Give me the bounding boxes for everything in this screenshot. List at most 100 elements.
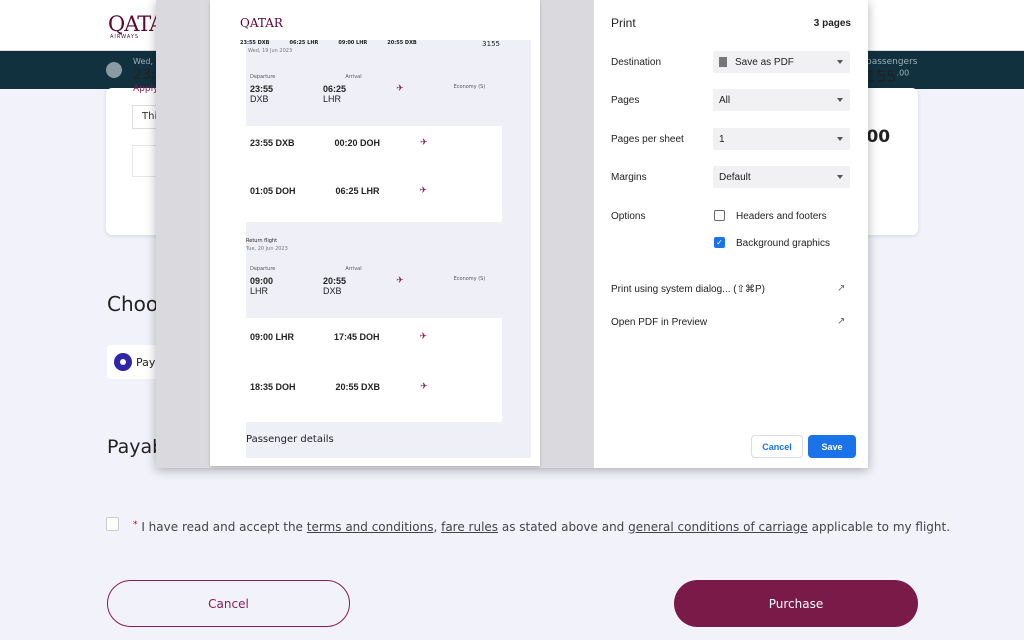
leg: 09:00 LHR (250, 332, 295, 342)
leg: 00:20 DOH (334, 138, 381, 148)
system-dialog-link[interactable]: Print using system dialog... (⇧⌘P) (611, 284, 765, 295)
c: LHR (250, 286, 269, 296)
leg: 17:45 DOH (334, 332, 380, 342)
external-link-icon[interactable]: ↗ (837, 283, 845, 294)
margins-label: Margins (611, 172, 647, 183)
v: All (719, 94, 731, 106)
t: 23:55 (250, 84, 274, 94)
required-mark: * (133, 520, 138, 530)
terms-link[interactable]: terms and conditions (307, 520, 434, 534)
airline-icon: ✈ (419, 332, 428, 342)
headers-footers-checkbox[interactable] (714, 210, 725, 221)
v: 1 (719, 133, 725, 145)
headers-footers-label: Headers and footers (736, 211, 827, 222)
background-graphics-label: Background graphics (736, 238, 830, 249)
outbound-summary: Departure Arrival 23:55 DXB 06:25 LHR ✈ Econom… (246, 70, 502, 118)
print-save-button[interactable]: Save (808, 435, 856, 458)
airline-icon: ✈ (419, 186, 428, 196)
t4: applicable to my flight. (807, 520, 951, 534)
v: Default (719, 171, 751, 183)
print-settings: Print 3 pages Destination Save as PDF Pa… (594, 0, 868, 468)
pages-per-sheet-select[interactable]: 1 (713, 128, 850, 150)
v: Save as PDF (735, 56, 794, 68)
airline-icon: ✈ (396, 276, 404, 286)
cancel-button[interactable]: Cancel (107, 580, 350, 627)
leg: 20:55 DXB (335, 382, 381, 392)
t: 20:55 (323, 276, 347, 286)
pps-label: Pages per sheet (611, 134, 684, 145)
chevron-down-icon (837, 60, 843, 64)
t1: I have read and accept the (141, 520, 307, 534)
print-title: Print (611, 16, 636, 30)
bar-total-price: 155.00 (866, 67, 909, 86)
t: 09:00 (250, 276, 274, 286)
inbound-legs: 09:00 LHR 17:45 DOH ✈ 18:35 DOH 20:55 DXB ✈ (246, 318, 502, 422)
bar-passengers-label: passengers (866, 57, 918, 67)
chevron-down-icon (837, 98, 843, 102)
open-pdf-link[interactable]: Open PDF in Preview (611, 317, 707, 328)
destination-select[interactable]: Save as PDF (713, 51, 850, 73)
print-dialog: QATAR 23:55 DXB 06:25 LHR 09:00 LHR 20:55 D… (156, 0, 868, 468)
fare-rules-link[interactable]: fare rules (441, 520, 498, 534)
pay-radio[interactable] (114, 353, 132, 371)
apply-link[interactable]: Apply (133, 84, 158, 94)
t2: , (433, 520, 442, 534)
s5: 3155 (482, 40, 500, 48)
plane-icon (106, 62, 122, 78)
airline-icon: ✈ (420, 382, 428, 392)
l: Departure (250, 266, 276, 272)
inbound-summary: Departure Arrival 09:00 LHR 20:55 DXB ✈ Econom… (246, 262, 502, 312)
leg: 18:35 DOH (250, 382, 296, 392)
purchase-button[interactable]: Purchase (674, 580, 918, 627)
e: Economy (S) (453, 84, 486, 90)
margins-select[interactable]: Default (713, 166, 850, 188)
l: Arrival (345, 74, 362, 80)
choose-heading: Choo (107, 292, 159, 316)
airline-icon: ✈ (420, 138, 428, 148)
pay-option-label: Pay (136, 356, 156, 369)
leg: 06:25 LHR (335, 186, 380, 196)
page-count: 3 pages (813, 18, 851, 29)
s4: 20:55 DXB (387, 40, 417, 46)
leg: 01:05 DOH (250, 186, 296, 196)
chevron-down-icon (837, 175, 843, 179)
s3: 09:00 LHR (338, 40, 368, 46)
t: 06:25 (323, 84, 347, 94)
preview-summary: 23:55 DXB 06:25 LHR 09:00 LHR 20:55 DXB 3155 (240, 40, 500, 48)
preview-logo: QATAR (240, 16, 283, 30)
c: DXB (250, 94, 269, 104)
price: 155 (866, 67, 897, 86)
destination-label: Destination (611, 57, 662, 68)
preview-page: QATAR 23:55 DXB 06:25 LHR 09:00 LHR 20:55 D… (210, 0, 540, 466)
terms-text: * I have read and accept the terms and c… (133, 520, 950, 534)
l: Departure (250, 74, 276, 80)
l: Arrival (345, 266, 362, 272)
qatar-logo-sub: AIRWAYS (110, 34, 140, 40)
carriage-link[interactable]: general conditions of carriage (628, 520, 808, 534)
pages-label: Pages (611, 95, 640, 106)
external-link-icon[interactable]: ↗ (837, 316, 845, 327)
options-label: Options (611, 211, 646, 222)
accept-terms-checkbox[interactable] (106, 517, 119, 531)
c: LHR (323, 94, 342, 104)
passenger-details-heading: Passenger details (246, 434, 334, 445)
outbound-legs: 23:55 DXB 00:20 DOH ✈ 01:05 DOH 06:25 LHR ✈ (246, 126, 502, 222)
s1: 23:55 DXB (240, 40, 270, 46)
airline-icon: ✈ (396, 84, 404, 94)
background-graphics-checkbox[interactable]: ✓ (714, 237, 725, 248)
document-icon (719, 57, 727, 67)
return-label: Return flight (246, 238, 278, 244)
preview-date1: Wed, 19 Jun 2023 (248, 48, 293, 54)
t3: as stated above and (498, 520, 629, 534)
print-preview-pane[interactable]: QATAR 23:55 DXB 06:25 LHR 09:00 LHR 20:55 D… (156, 0, 594, 468)
bar-date: Wed, (133, 57, 153, 66)
preview-date2: Tue, 20 Jun 2023 (246, 246, 288, 252)
s2: 06:25 LHR (289, 40, 319, 46)
cents: .00 (896, 68, 910, 78)
chevron-down-icon (837, 137, 843, 141)
print-cancel-button[interactable]: Cancel (751, 435, 803, 458)
c: DXB (323, 286, 342, 296)
leg: 23:55 DXB (250, 138, 295, 148)
pages-select[interactable]: All (713, 89, 850, 111)
e: Economy (S) (453, 276, 486, 282)
